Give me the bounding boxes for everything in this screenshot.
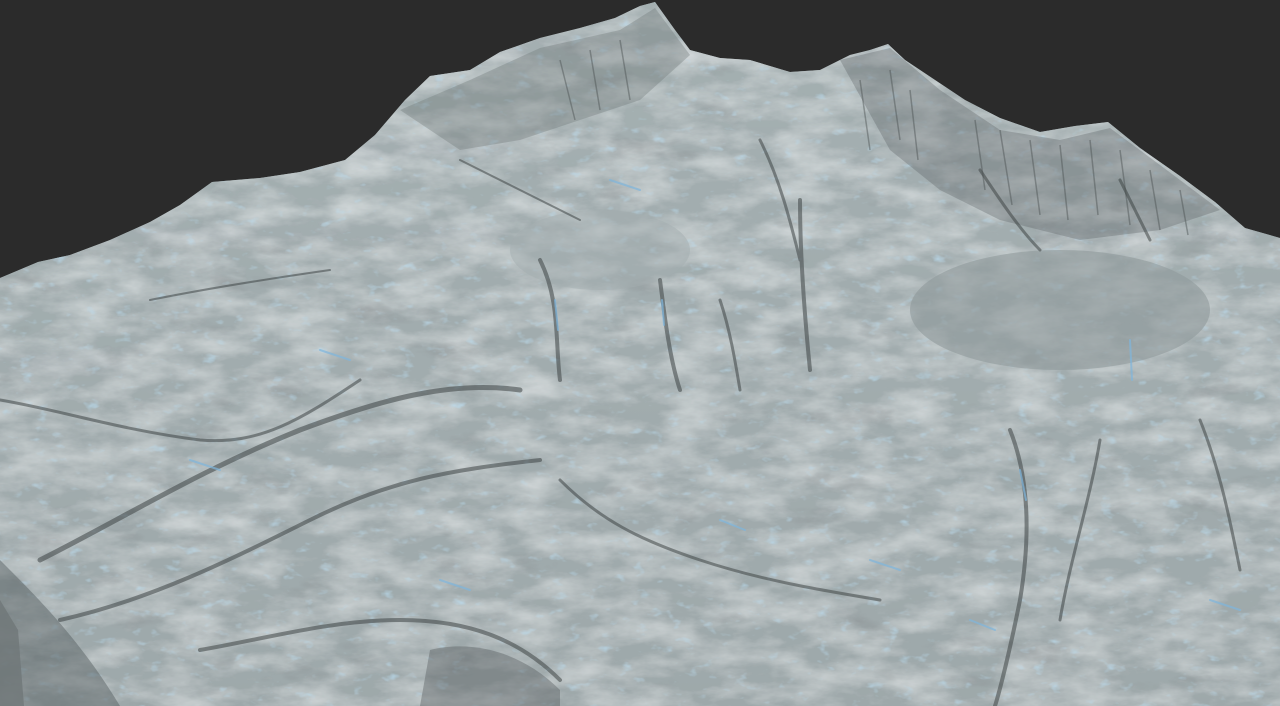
terrain-surface <box>0 2 1280 706</box>
viewport[interactable] <box>0 0 1280 706</box>
terrain-mesh[interactable] <box>0 0 1280 706</box>
